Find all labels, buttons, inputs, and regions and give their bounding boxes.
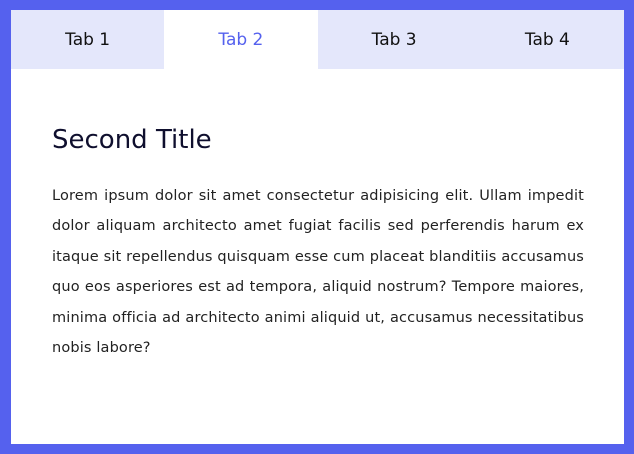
tab-4[interactable]: Tab 4: [471, 10, 624, 69]
tabs-card: Tab 1 Tab 2 Tab 3 Tab 4 Second Title Lor…: [11, 10, 624, 444]
tab-bar: Tab 1 Tab 2 Tab 3 Tab 4: [11, 10, 624, 69]
panel-title: Second Title: [52, 125, 212, 155]
tab-2[interactable]: Tab 2: [164, 10, 318, 69]
tab-3[interactable]: Tab 3: [318, 10, 471, 69]
panel-body-text: Lorem ipsum dolor sit amet consectetur a…: [52, 187, 584, 357]
tab-1[interactable]: Tab 1: [11, 10, 164, 69]
tab-panel: Second Title Lorem ipsum dolor sit amet …: [11, 69, 624, 364]
